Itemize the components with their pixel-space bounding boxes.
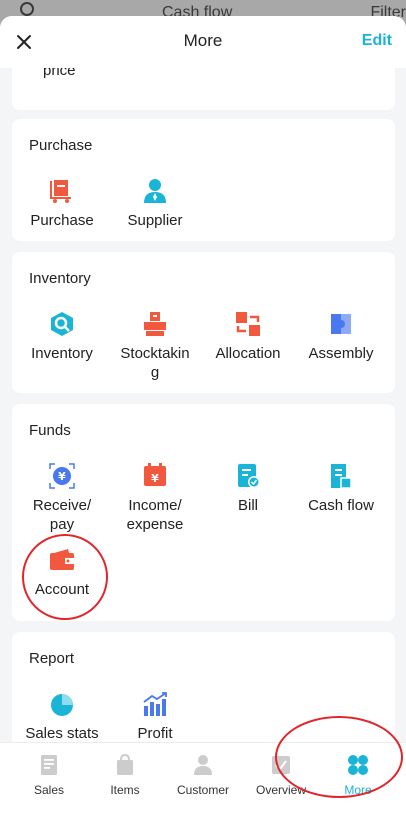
section-title-purchase: Purchase — [29, 137, 93, 154]
cash-flow-tile[interactable]: Cash flow — [293, 462, 389, 515]
svg-text:¥: ¥ — [151, 472, 159, 485]
cash-flow-label: Cash flow — [308, 497, 374, 514]
account-wallet-icon — [50, 549, 74, 570]
profit-tile[interactable]: Profit — [107, 690, 203, 742]
sales-stats-label: Sales stats — [25, 725, 99, 742]
tab-overview[interactable]: Overview — [241, 753, 321, 797]
tab-more-label: More — [344, 783, 372, 797]
inventory-search-icon — [51, 312, 73, 336]
sales-stats-tile[interactable]: Sales stats — [14, 690, 110, 742]
inventory-section: Inventory Inventory Stocktakin g Allocat… — [12, 252, 395, 393]
sales-stats-pie-icon — [51, 694, 73, 716]
allocation-tile[interactable]: Allocation — [200, 310, 296, 363]
stocktaking-tile[interactable]: Stocktakin g — [107, 310, 203, 382]
items-bag-icon — [117, 753, 133, 775]
purchase-label: Purchase — [30, 212, 94, 229]
supplier-tile[interactable]: Supplier — [107, 177, 203, 230]
tab-customer-label: Customer — [176, 783, 229, 797]
tab-sales[interactable]: Sales — [9, 753, 89, 797]
purchase-section: Purchase Purchase Supplier — [12, 119, 395, 241]
supplier-person-icon — [144, 179, 166, 203]
account-tile[interactable]: Account — [14, 546, 110, 599]
tab-sales-label: Sales — [33, 783, 65, 797]
purchase-cart-icon — [50, 180, 71, 203]
svg-text:¥: ¥ — [58, 470, 66, 483]
purchase-tile[interactable]: Purchase — [14, 177, 110, 230]
tab-items[interactable]: Items — [85, 753, 165, 797]
cash-flow-document-icon — [331, 464, 352, 489]
tab-items-label: Items — [110, 783, 140, 797]
section-title-funds: Funds — [29, 422, 71, 439]
receive-pay-yen-icon: ¥ — [49, 463, 75, 489]
assembly-puzzle-icon — [331, 314, 351, 334]
sheet-header: More Edit — [0, 16, 406, 68]
bottom-tab-bar: Sales Items Customer Overview More — [0, 742, 406, 815]
tab-more[interactable]: More — [318, 753, 398, 797]
inventory-tile[interactable]: Inventory — [14, 310, 110, 363]
section-title-report: Report — [29, 650, 75, 667]
edit-button[interactable]: Edit — [362, 32, 392, 50]
allocation-transfer-icon — [236, 312, 260, 336]
receive-pay-label: Receive/ pay — [32, 497, 92, 533]
supplier-label: Supplier — [127, 212, 183, 229]
account-label: Account — [34, 581, 90, 598]
profit-label: Profit — [137, 725, 173, 742]
income-expense-yen-icon: ¥ — [144, 463, 166, 486]
assembly-tile[interactable]: Assembly — [293, 310, 389, 363]
customer-person-icon — [194, 755, 212, 775]
page-title: More — [183, 31, 223, 50]
section-title-inventory: Inventory — [29, 270, 91, 287]
inventory-label: Inventory — [31, 345, 93, 362]
profit-bar-chart-icon — [143, 692, 167, 716]
background-search-icon — [20, 2, 34, 16]
sales-document-icon — [41, 755, 57, 775]
overview-check-icon — [272, 756, 290, 774]
price-item-label[interactable]: price — [43, 68, 76, 79]
stocktaking-boxes-icon — [144, 312, 166, 336]
more-clover-icon — [348, 755, 368, 775]
report-section: Report Sales stats Profit — [12, 632, 395, 742]
tab-customer[interactable]: Customer — [163, 753, 243, 797]
tab-overview-label: Overview — [255, 783, 306, 797]
funds-section: Funds ¥ Receive/ pay ¥ Income/ expense B… — [12, 404, 395, 621]
bill-document-icon — [238, 464, 260, 488]
allocation-label: Allocation — [215, 345, 281, 362]
bill-tile[interactable]: Bill — [200, 462, 296, 515]
more-sheet: More Edit price Purchase Purchase Suppli… — [0, 16, 406, 815]
income-expense-tile[interactable]: ¥ Income/ expense — [107, 462, 203, 534]
assembly-label: Assembly — [308, 345, 374, 362]
receive-pay-tile[interactable]: ¥ Receive/ pay — [14, 462, 110, 534]
bill-label: Bill — [237, 497, 258, 514]
more-content[interactable]: price Purchase Purchase Supplier Invento… — [0, 68, 406, 742]
stocktaking-label: Stocktakin g — [120, 345, 190, 381]
income-expense-label: Income/ expense — [126, 497, 184, 533]
